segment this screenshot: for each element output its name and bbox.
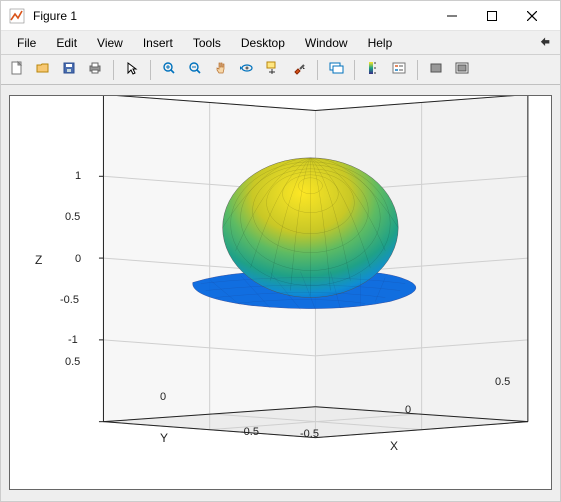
menu-insert[interactable]: Insert <box>133 33 183 53</box>
rotate-icon <box>239 60 255 79</box>
toolbar-separator <box>417 60 418 80</box>
hide-plot-tools-button[interactable] <box>424 58 448 82</box>
menu-view[interactable]: View <box>87 33 133 53</box>
pointer-button[interactable] <box>120 58 144 82</box>
maximize-button[interactable] <box>472 2 512 30</box>
open-button[interactable] <box>31 58 55 82</box>
z-tick-0: 0 <box>75 253 81 265</box>
menu-window[interactable]: Window <box>295 33 358 53</box>
data-cursor-icon <box>265 60 281 79</box>
minimize-button[interactable] <box>432 2 472 30</box>
window-controls <box>432 2 552 30</box>
printer-icon <box>87 60 103 79</box>
brush-button[interactable] <box>287 58 311 82</box>
rotate3d-button[interactable] <box>235 58 259 82</box>
dock-icon[interactable] <box>540 35 554 49</box>
legend-button[interactable] <box>387 58 411 82</box>
folder-open-icon <box>35 60 51 79</box>
toolbar-separator <box>113 60 114 80</box>
window-title: Figure 1 <box>33 9 432 23</box>
save-button[interactable] <box>57 58 81 82</box>
brush-icon <box>291 60 307 79</box>
new-file-icon <box>9 60 25 79</box>
zoom-in-icon <box>161 60 177 79</box>
menubar: File Edit View Insert Tools Desktop Wind… <box>1 31 560 55</box>
colorbar-button[interactable] <box>361 58 385 82</box>
axes-panel: 1 0.5 0 -0.5 -1 0.5 0 -0.5 -0.5 0 0.5 Z … <box>9 95 552 490</box>
matlab-figure-icon <box>9 8 25 24</box>
menu-file[interactable]: File <box>7 33 46 53</box>
axes-3d <box>10 96 551 489</box>
menu-tools[interactable]: Tools <box>183 33 231 53</box>
y-tick-05: 0.5 <box>65 356 80 368</box>
link-icon <box>328 60 344 79</box>
pan-button[interactable] <box>209 58 233 82</box>
link-button[interactable] <box>324 58 348 82</box>
show-plot-tools-button[interactable] <box>450 58 474 82</box>
legend-icon <box>391 60 407 79</box>
z-axis-label: Z <box>35 253 42 267</box>
z-tick-m1: -1 <box>68 334 78 346</box>
titlebar: Figure 1 <box>1 1 560 31</box>
pan-icon <box>213 60 229 79</box>
show-tools-icon <box>454 60 470 79</box>
toolbar-separator <box>317 60 318 80</box>
y-axis-label: Y <box>160 431 168 445</box>
new-figure-button[interactable] <box>5 58 29 82</box>
x-tick-m05: -0.5 <box>300 428 319 440</box>
x-tick-05: 0.5 <box>495 376 510 388</box>
z-tick-1: 1 <box>75 170 81 182</box>
y-tick-m05: -0.5 <box>240 426 259 438</box>
z-tick-05: 0.5 <box>65 211 80 223</box>
menu-edit[interactable]: Edit <box>46 33 87 53</box>
zoom-out-icon <box>187 60 203 79</box>
z-tick-m05: -0.5 <box>60 294 79 306</box>
print-button[interactable] <box>83 58 107 82</box>
hide-tools-icon <box>428 60 444 79</box>
toolbar-separator <box>354 60 355 80</box>
close-button[interactable] <box>512 2 552 30</box>
zoom-in-button[interactable] <box>157 58 181 82</box>
pointer-icon <box>124 60 140 79</box>
data-cursor-button[interactable] <box>261 58 285 82</box>
save-icon <box>61 60 77 79</box>
x-axis-label: X <box>390 439 398 453</box>
x-tick-0: 0 <box>405 404 411 416</box>
y-tick-0: 0 <box>160 391 166 403</box>
toolbar-separator <box>150 60 151 80</box>
zoom-out-button[interactable] <box>183 58 207 82</box>
colorbar-icon <box>365 60 381 79</box>
menu-help[interactable]: Help <box>358 33 403 53</box>
menu-desktop[interactable]: Desktop <box>231 33 295 53</box>
figure-canvas[interactable]: 1 0.5 0 -0.5 -1 0.5 0 -0.5 -0.5 0 0.5 Z … <box>1 85 560 500</box>
toolbar <box>1 55 560 85</box>
